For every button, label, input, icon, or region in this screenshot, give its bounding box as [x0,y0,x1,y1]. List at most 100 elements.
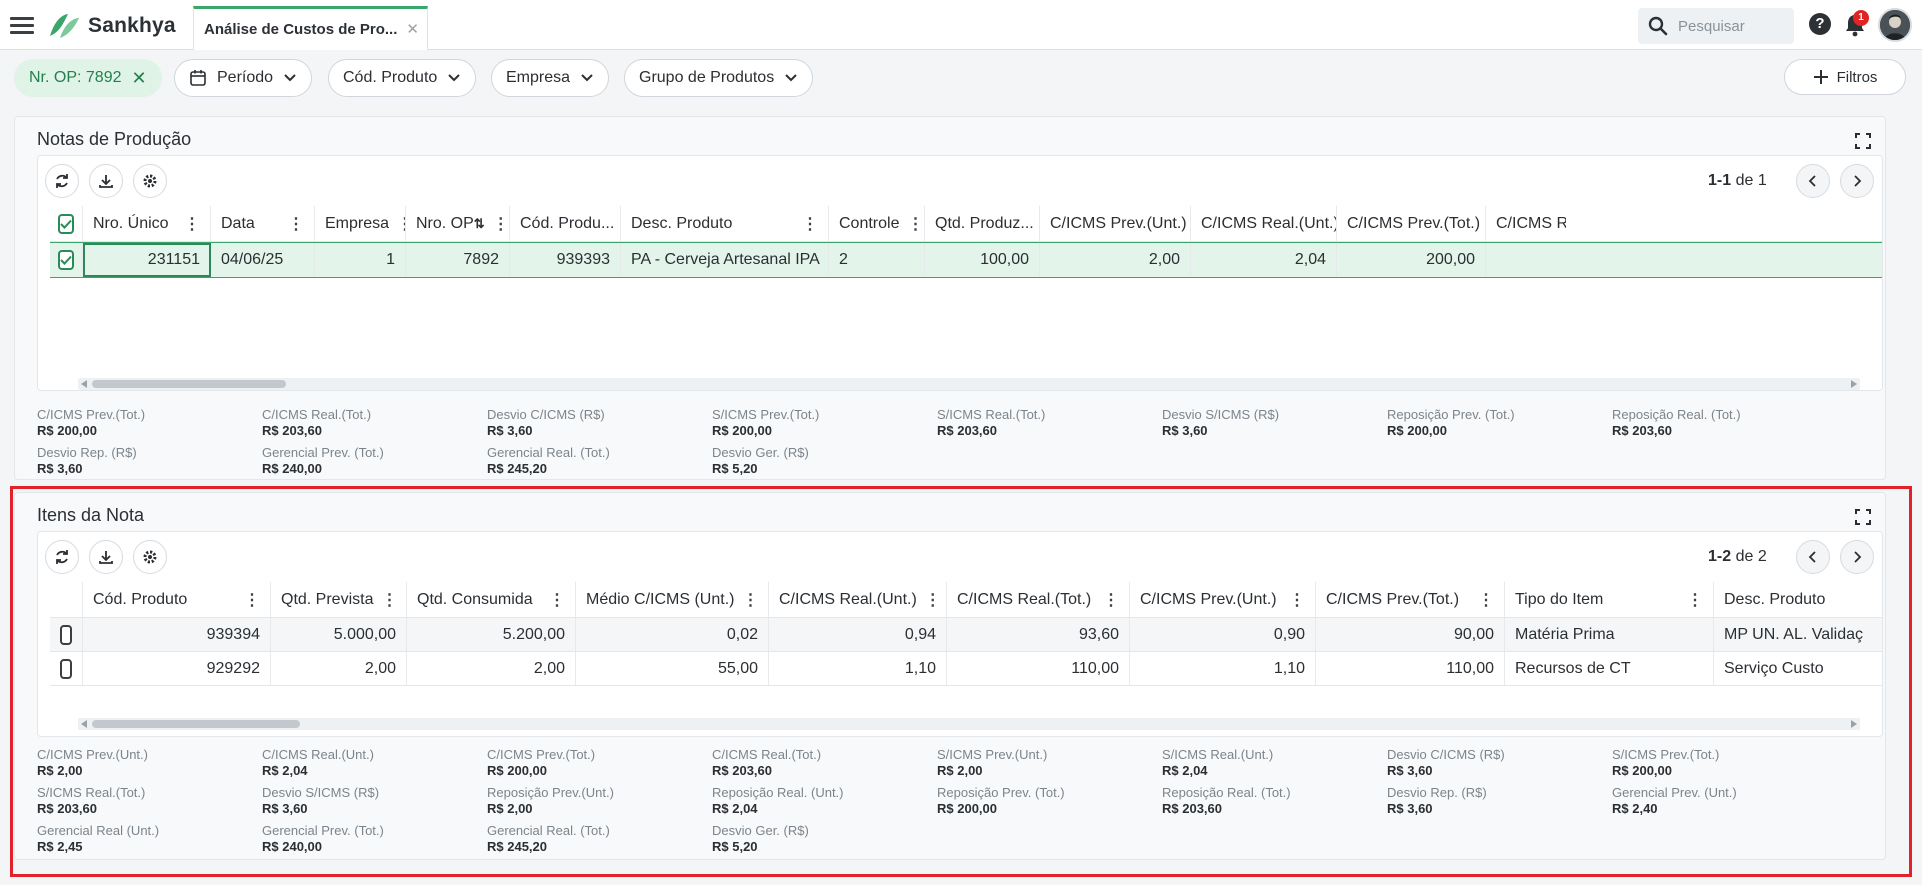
refresh-button[interactable] [45,540,79,574]
fullscreen-icon[interactable] [1855,133,1871,149]
column-menu-icon[interactable]: ⋮ [1478,590,1494,610]
cell-desc-produto[interactable]: PA - Cerveja Artesanal IPA [621,243,829,277]
column-header-controle[interactable]: Controle ⋮ [829,206,925,241]
cell-desc-produto[interactable]: Serviço Custo [1714,652,1882,685]
column-menu-icon[interactable]: ⋮ [802,214,818,234]
cell-nro-op[interactable]: 7892 [406,243,510,277]
column-header-empresa[interactable]: Empresa⋮ [315,206,406,241]
cell-qtd-consumida[interactable]: 2,00 [407,652,576,685]
cell-medio-cicms-unt[interactable]: 55,00 [576,652,769,685]
close-icon[interactable]: ✕ [132,68,147,89]
cell-medio-cicms-unt[interactable]: 0,02 [576,618,769,651]
column-menu-icon[interactable]: ⋮ [1289,590,1305,610]
column-header-qtd-consumida[interactable]: Qtd. Consumida ⋮ [407,582,576,617]
scroll-right-icon[interactable] [1851,720,1857,728]
cell-cod-produto[interactable]: 939393 [510,243,621,277]
cell-tipo-item[interactable]: Recursos de CT [1505,652,1714,685]
search-box[interactable]: Pesquisar [1638,8,1794,44]
cell-qtd-consumida[interactable]: 5.200,00 [407,618,576,651]
cell-cicms-real-unt[interactable]: 2,04 [1191,243,1337,277]
scrollbar-thumb[interactable] [92,380,286,388]
scrollbar-thumb[interactable] [92,720,300,728]
select-all-cell[interactable] [50,206,83,241]
column-header-desc-produto[interactable]: Desc. Produto ⋮ [621,206,829,241]
row-checkbox[interactable] [60,624,72,645]
search-input[interactable]: Pesquisar [1678,18,1745,35]
next-page-button[interactable] [1840,164,1874,198]
horizontal-scrollbar[interactable] [78,378,1860,390]
column-menu-icon[interactable]: ⋮ [244,590,260,610]
column-header-cod-produto[interactable]: Cód. Produto ⋮ [83,582,271,617]
cell-qtd-prevista[interactable]: 5.000,00 [271,618,407,651]
column-header-nro-unico[interactable]: Nro. Único ⋮ [83,206,211,241]
sort-icon[interactable]: ⇅ [474,216,485,232]
cell-cicms-prev-tot[interactable]: 200,00 [1337,243,1486,277]
row-checkbox[interactable] [60,658,72,679]
cell-cicms-prev-tot[interactable]: 90,00 [1316,618,1505,651]
prev-page-button[interactable] [1796,164,1830,198]
filter-chip-cod-produto[interactable]: Cód. Produto [328,59,477,97]
cell-cicms-real-tot[interactable]: 93,60 [947,618,1130,651]
filtros-button[interactable]: Filtros [1784,59,1906,95]
row-checkbox[interactable] [58,250,74,270]
cell-cicms-prev-tot[interactable]: 110,00 [1316,652,1505,685]
cell-cicms-prev-unt[interactable]: 1,10 [1130,652,1316,685]
cell-cicms-real-unt[interactable]: 0,94 [769,618,947,651]
column-menu-icon[interactable]: ⋮ [397,214,405,234]
column-menu-icon[interactable]: ⋮ [493,214,509,234]
cell-cicms-prev-unt[interactable]: 2,00 [1040,243,1191,277]
cell-data[interactable]: 04/06/25 [211,243,315,277]
row-select-cell[interactable] [50,618,83,651]
cell-cicms-real-unt[interactable]: 1,10 [769,652,947,685]
cell-cod-produto[interactable]: 939394 [83,618,271,651]
cell-qtd-prevista[interactable]: 2,00 [271,652,407,685]
column-menu-icon[interactable]: ⋮ [549,590,565,610]
download-button[interactable] [89,164,123,198]
scroll-right-icon[interactable] [1851,380,1857,388]
column-header-cicms-real-unt[interactable]: C/ICMS Real.(Unt.)⋮ [1191,206,1337,241]
cell-desc-produto[interactable]: MP UN. AL. Validaç [1714,618,1882,651]
column-header-cicms-prev-unt[interactable]: C/ICMS Prev.(Unt.)⋮ [1130,582,1316,617]
help-icon[interactable]: ? [1809,13,1831,35]
filter-chip-nr-op[interactable]: Nr. OP: 7892 ✕ [14,59,162,97]
column-menu-icon[interactable]: ⋮ [742,590,758,610]
cell-cicms-real-tot[interactable] [1486,243,1566,277]
column-header-cicms-real-unt[interactable]: C/ICMS Real.(Unt.)⋮ [769,582,947,617]
cell-tipo-item[interactable]: Matéria Prima [1505,618,1714,651]
column-header-medio-cicms-unt[interactable]: Médio C/ICMS (Unt.) ⋮ [576,582,769,617]
table-row[interactable]: 231151 04/06/25 1 7892 939393 PA - Cerve… [50,242,1882,278]
column-header-cod-produto[interactable]: Cód. Produ...⋮ [510,206,621,241]
horizontal-scrollbar[interactable] [78,718,1860,730]
fullscreen-icon[interactable] [1855,509,1871,525]
column-menu-icon[interactable]: ⋮ [184,214,200,234]
column-menu-icon[interactable]: ⋮ [1687,590,1703,610]
column-header-cicms-real-tot[interactable]: C/ICMS Real.(Tot.) ⋮ [947,582,1130,617]
column-header-desc-produto[interactable]: Desc. Produto [1714,582,1882,617]
column-header-cicms-prev-tot[interactable]: C/ICMS Prev.(Tot.)⋮ [1316,582,1505,617]
column-header-qtd-produzida[interactable]: Qtd. Produz...⋮ [925,206,1040,241]
column-header-cicms-real-tot[interactable]: C/ICMS Rea [1486,206,1566,241]
scroll-left-icon[interactable] [81,720,87,728]
avatar[interactable] [1878,8,1912,42]
column-header-tipo-item[interactable]: Tipo do Item ⋮ [1505,582,1714,617]
row-select-cell[interactable] [50,243,83,277]
tab-analise-custos[interactable]: Análise de Custos de Pro... ✕ [193,6,428,50]
next-page-button[interactable] [1840,540,1874,574]
cell-qtd-produzida[interactable]: 100,00 [925,243,1040,277]
column-header-nro-op[interactable]: Nro. OP ⇅ ⋮ [406,206,510,241]
filter-chip-periodo[interactable]: Período [174,59,313,97]
download-button[interactable] [89,540,123,574]
table-row[interactable]: 939394 5.000,00 5.200,00 0,02 0,94 93,60… [50,618,1882,652]
column-menu-icon[interactable]: ⋮ [1103,590,1119,610]
brand-logo[interactable]: Sankhya [46,11,176,41]
prev-page-button[interactable] [1796,540,1830,574]
column-menu-icon[interactable]: ⋮ [381,590,397,610]
cell-empresa[interactable]: 1 [315,243,406,277]
table-row[interactable]: 929292 2,00 2,00 55,00 1,10 110,00 1,10 … [50,652,1882,686]
cell-cicms-prev-unt[interactable]: 0,90 [1130,618,1316,651]
settings-button[interactable] [133,540,167,574]
column-header-cicms-prev-tot[interactable]: C/ICMS Prev.(Tot.)⋮ [1337,206,1486,241]
column-header-cicms-prev-unt[interactable]: C/ICMS Prev.(Unt.)⋮ [1040,206,1191,241]
menu-icon[interactable] [10,14,34,36]
refresh-button[interactable] [45,164,79,198]
